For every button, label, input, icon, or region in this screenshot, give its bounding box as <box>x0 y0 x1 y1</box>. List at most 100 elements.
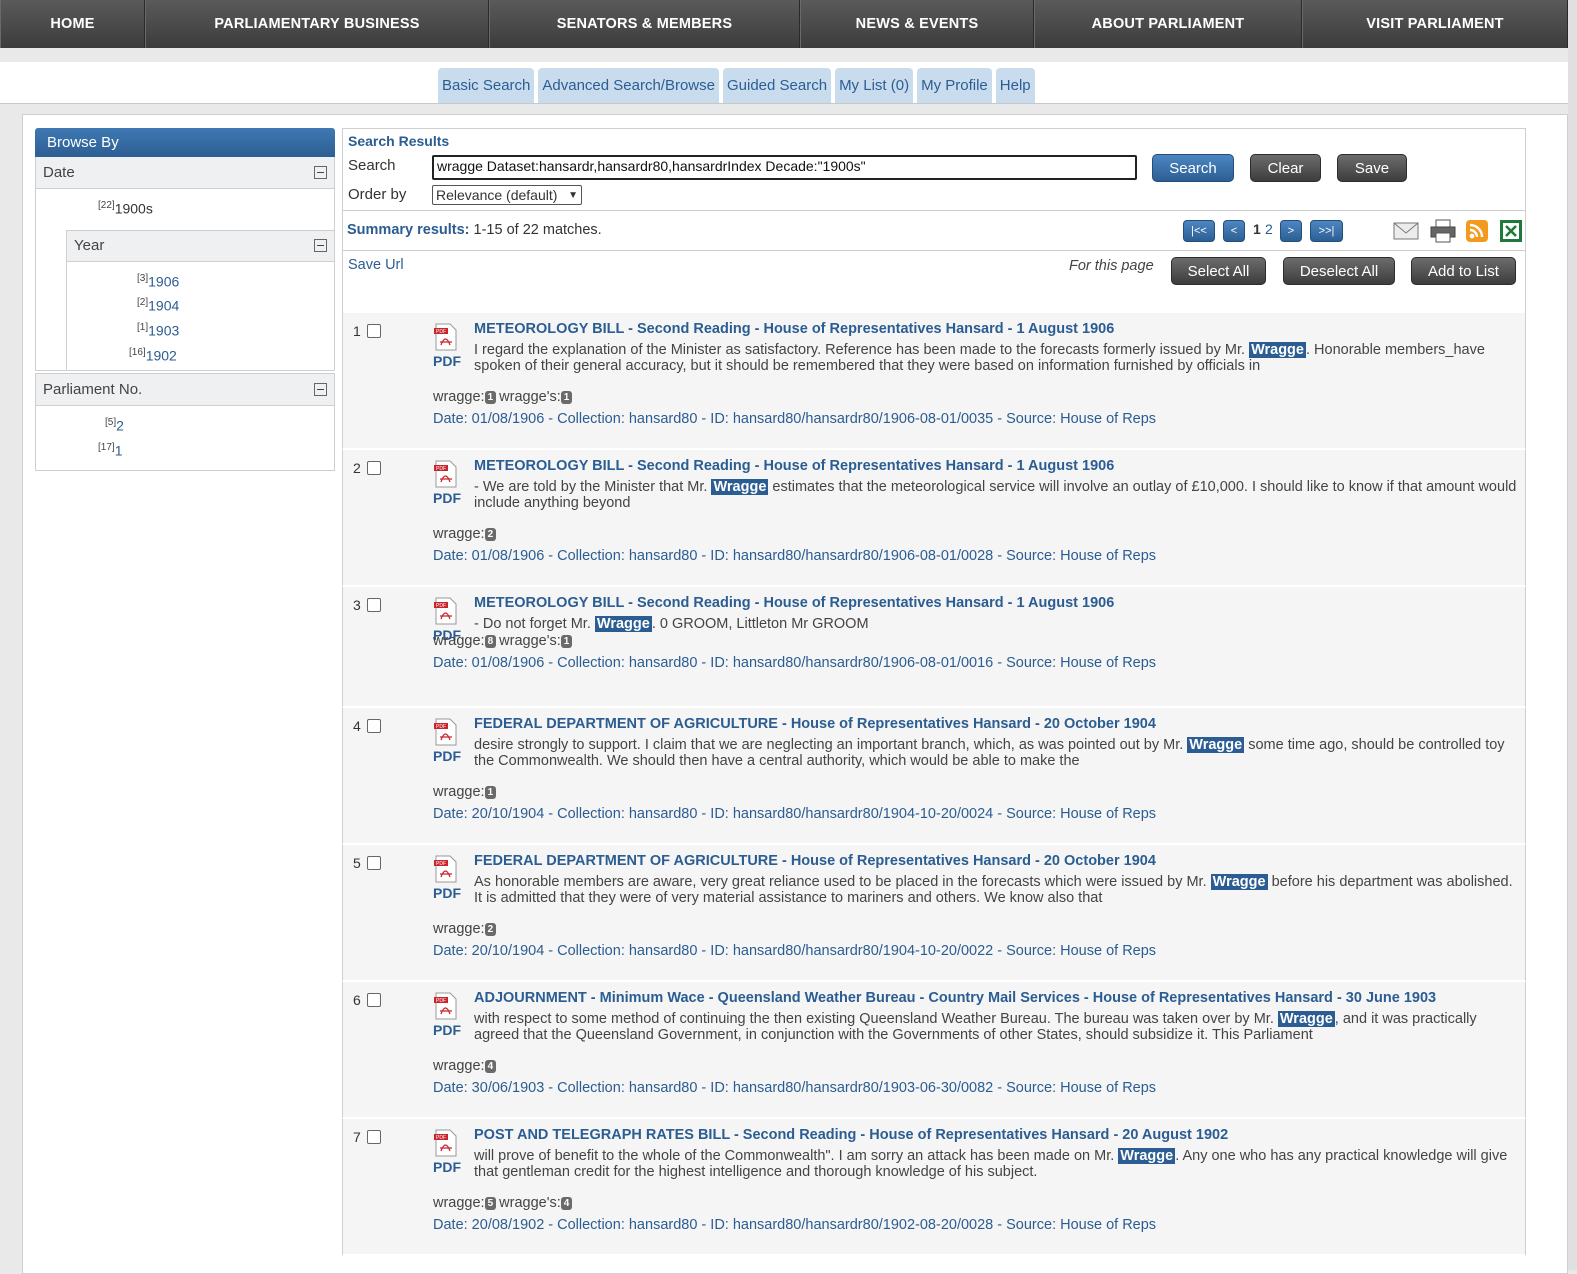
page-scrollbar[interactable] <box>1568 0 1577 1270</box>
result-number: 2 <box>353 460 361 476</box>
add-to-list-button[interactable]: Add to List <box>1411 257 1516 285</box>
result-title-link[interactable]: FEDERAL DEPARTMENT OF AGRICULTURE - Hous… <box>474 716 1156 732</box>
nav-senators-members[interactable]: SENATORS & MEMBERS <box>489 0 800 48</box>
date-facet: Date [22]1900s Year [3]1906 [2]1904 [1]1… <box>35 157 335 372</box>
result-checkbox[interactable] <box>367 461 381 475</box>
nav-visit-parliament[interactable]: VISIT PARLIAMENT <box>1302 0 1568 48</box>
result-metadata-link[interactable]: Date: 20/10/1904 - Collection: hansard80… <box>433 943 1156 959</box>
nav-home[interactable]: HOME <box>0 0 145 48</box>
save-url-link[interactable]: Save Url <box>348 257 404 273</box>
email-icon[interactable] <box>1393 219 1419 243</box>
tab-my-profile[interactable]: My Profile <box>917 68 992 103</box>
result-title-link[interactable]: METEOROLOGY BILL - Second Reading - Hous… <box>474 321 1114 337</box>
tab-help[interactable]: Help <box>995 68 1035 103</box>
facet-item-parliament-1[interactable]: [17]1 <box>36 437 334 462</box>
result-checkbox[interactable] <box>367 324 381 338</box>
result-number: 7 <box>353 1129 361 1145</box>
collapse-icon[interactable] <box>314 166 327 179</box>
print-icon[interactable] <box>1430 219 1456 243</box>
result-metadata-link[interactable]: Date: 01/08/1906 - Collection: hansard80… <box>433 411 1156 427</box>
facet-item-parliament-2[interactable]: [5]2 <box>36 412 334 437</box>
result-title-link[interactable]: POST AND TELEGRAPH RATES BILL - Second R… <box>474 1127 1228 1143</box>
result-metadata-link[interactable]: Date: 20/08/1902 - Collection: hansard80… <box>433 1217 1156 1233</box>
deselect-all-button[interactable]: Deselect All <box>1283 257 1395 285</box>
nav-news-events[interactable]: NEWS & EVENTS <box>800 0 1034 48</box>
pdf-label: PDF <box>433 885 461 901</box>
result-checkbox[interactable] <box>367 598 381 612</box>
pdf-link[interactable]: PDF PDF <box>433 855 463 901</box>
result-checkbox[interactable] <box>367 993 381 1007</box>
pdf-link[interactable]: PDF PDF <box>433 992 463 1038</box>
search-tab-bar: Basic Search Advanced Search/Browse Guid… <box>0 62 1568 104</box>
facet-item-1904[interactable]: [2]1904 <box>67 292 334 317</box>
search-button[interactable]: Search <box>1152 154 1234 182</box>
count-badge: 8 <box>484 634 497 648</box>
result-title-link[interactable]: FEDERAL DEPARTMENT OF AGRICULTURE - Hous… <box>474 853 1156 869</box>
pdf-link[interactable]: PDF PDF <box>433 323 463 369</box>
pdf-icon: PDF <box>433 992 459 1020</box>
year-facet: Year [3]1906 [2]1904 [1]1903 [16]1902 <box>66 229 334 371</box>
tab-basic-search[interactable]: Basic Search <box>438 68 535 103</box>
prev-page-button[interactable]: < <box>1223 220 1245 242</box>
count-badge: 2 <box>484 922 497 936</box>
collapse-icon[interactable] <box>314 239 327 253</box>
excel-icon[interactable] <box>1498 219 1524 243</box>
tab-advanced-search[interactable]: Advanced Search/Browse <box>538 68 719 103</box>
term-counts: wragge: 4 <box>433 1058 499 1074</box>
result-checkbox[interactable] <box>367 1130 381 1144</box>
tab-guided-search[interactable]: Guided Search <box>722 68 832 103</box>
for-this-page-label: For this page <box>1069 258 1154 274</box>
pdf-link[interactable]: PDF PDF <box>433 460 463 506</box>
result-snippet: As honorable members are aware, very gre… <box>474 874 1513 906</box>
result-checkbox[interactable] <box>367 856 381 870</box>
result-metadata-link[interactable]: Date: 30/06/1903 - Collection: hansard80… <box>433 1080 1156 1096</box>
facet-item-1906[interactable]: [3]1906 <box>67 268 334 293</box>
first-page-button[interactable]: |<< <box>1183 220 1215 242</box>
result-title-link[interactable]: METEOROLOGY BILL - Second Reading - Hous… <box>474 458 1114 474</box>
result-item: 7 PDF PDF POST AND TELEGRAPH RATES BILL … <box>342 1119 1526 1256</box>
nav-about-parliament[interactable]: ABOUT PARLIAMENT <box>1034 0 1302 48</box>
count-badge: 1 <box>484 785 497 799</box>
nav-parliamentary-business[interactable]: PARLIAMENTARY BUSINESS <box>145 0 489 48</box>
result-item: 3 PDF PDF METEOROLOGY BILL - Second Read… <box>342 587 1526 708</box>
page-2-link[interactable]: 2 <box>1265 221 1273 237</box>
last-page-button[interactable]: >>| <box>1310 220 1343 242</box>
result-metadata-link[interactable]: Date: 20/10/1904 - Collection: hansard80… <box>433 806 1156 822</box>
tab-my-list[interactable]: My List (0) <box>835 68 914 103</box>
result-metadata-link[interactable]: Date: 01/08/1906 - Collection: hansard80… <box>433 548 1156 564</box>
svg-text:PDF: PDF <box>436 603 446 609</box>
summary-bar: Summary results: 1-15 of 22 matches. |<<… <box>342 211 1526 251</box>
result-title-link[interactable]: METEOROLOGY BILL - Second Reading - Hous… <box>474 595 1114 611</box>
facet-item-1902[interactable]: [16]1902 <box>67 342 334 367</box>
pdf-link[interactable]: PDF PDF <box>433 718 463 764</box>
facet-item-1903[interactable]: [1]1903 <box>67 317 334 342</box>
term-counts: wragge: 2 <box>433 526 499 542</box>
facet-item-1900s[interactable]: [22]1900s <box>98 195 334 220</box>
count-badge: 5 <box>484 1196 497 1210</box>
pdf-label: PDF <box>433 353 461 369</box>
search-form: Search Results Search wragge Dataset:han… <box>342 128 1526 211</box>
search-input[interactable]: wragge Dataset:hansardr,hansardr80,hansa… <box>432 155 1137 180</box>
search-label: Search <box>348 157 396 174</box>
svg-text:PDF: PDF <box>436 1135 446 1141</box>
header-divider <box>0 48 1568 62</box>
highlight-term: Wragge <box>1187 737 1245 753</box>
result-metadata-link[interactable]: Date: 01/08/1906 - Collection: hansard80… <box>433 655 1156 671</box>
order-by-select[interactable]: Relevance (default) ▼ <box>432 185 582 205</box>
year-facet-label: Year <box>74 237 105 255</box>
results-action-bar: Save Url For this page Select All Desele… <box>342 251 1526 313</box>
result-checkbox[interactable] <box>367 719 381 733</box>
count-badge: 1 <box>560 390 573 404</box>
pdf-link[interactable]: PDF PDF <box>433 1129 463 1175</box>
clear-button[interactable]: Clear <box>1250 154 1321 182</box>
collapse-icon[interactable] <box>314 383 327 397</box>
chevron-down-icon: ▼ <box>568 189 578 201</box>
save-button[interactable]: Save <box>1337 154 1407 182</box>
select-all-button[interactable]: Select All <box>1171 257 1266 285</box>
result-title-link[interactable]: ADJOURNMENT - Minimum Wace - Queensland … <box>474 990 1436 1006</box>
pdf-icon: PDF <box>433 1129 459 1157</box>
rss-icon[interactable] <box>1464 219 1490 243</box>
count-badge: 4 <box>484 1059 497 1073</box>
next-page-button[interactable]: > <box>1280 220 1302 242</box>
svg-text:PDF: PDF <box>436 466 446 472</box>
